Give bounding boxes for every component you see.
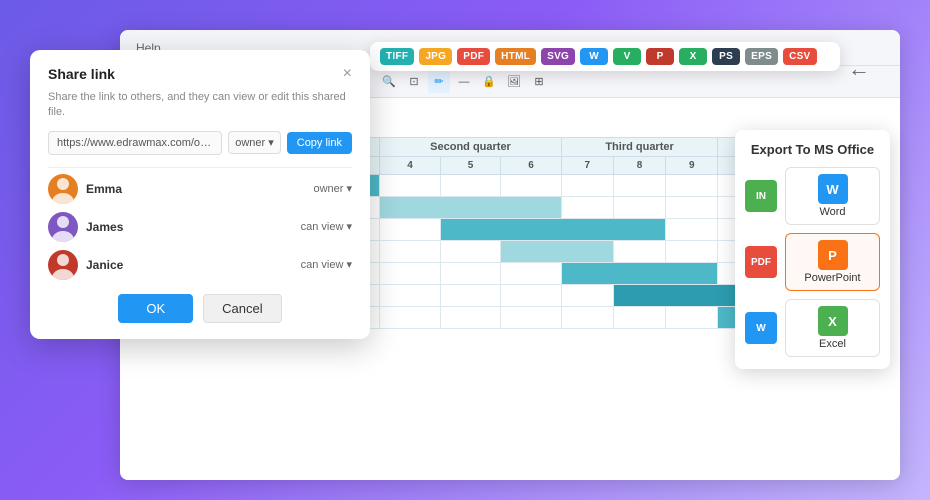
user-name-janice: Janice (86, 258, 293, 272)
cancel-button[interactable]: Cancel (203, 294, 281, 323)
avatar-james (48, 212, 78, 242)
export-excel-btn[interactable]: X Excel (785, 299, 880, 357)
export-small-w[interactable]: W (745, 312, 777, 344)
user-name-james: James (86, 220, 293, 234)
bar-cell (440, 219, 665, 241)
share-dialog: Share link × Share the link to others, a… (30, 50, 370, 339)
format-btn-tiff[interactable]: TIFF (380, 48, 414, 65)
minus-tool[interactable]: — (453, 71, 475, 93)
image-tool[interactable]: 🖼 (503, 71, 525, 93)
format-btn-visio[interactable]: V (613, 48, 641, 65)
format-btn-jpg[interactable]: JPG (419, 48, 452, 65)
bar-cell (561, 263, 718, 285)
format-btn-svg[interactable]: SVG (541, 48, 575, 65)
format-toolbar: TIFF JPG PDF HTML SVG W V P X PS EPS CSV (370, 42, 840, 71)
format-btn-excel[interactable]: X (679, 48, 707, 65)
close-icon[interactable]: × (343, 66, 352, 82)
user-row-james: James can view ▾ (48, 212, 352, 242)
avatar-emma (48, 174, 78, 204)
q2-header: Second quarter (380, 138, 561, 157)
ok-button[interactable]: OK (118, 294, 193, 323)
ppt-label: PowerPoint (804, 272, 860, 284)
export-ppt-btn[interactable]: P PowerPoint (785, 233, 880, 291)
bar-cell (501, 241, 614, 263)
ppt-icon: P (818, 240, 848, 270)
dialog-description: Share the link to others, and they can v… (48, 90, 352, 121)
user-role-james[interactable]: can view ▾ (301, 220, 352, 233)
role-select[interactable]: owner ▾ (228, 131, 281, 154)
link-row: https://www.edrawmax.com/online/fil owne… (48, 131, 352, 155)
word-label: Word (819, 206, 845, 218)
crop-icon[interactable]: ⊡ (403, 71, 425, 93)
export-small-in[interactable]: IN (745, 180, 777, 212)
q3-header: Third quarter (561, 138, 718, 157)
bar-cell (380, 197, 561, 219)
export-small-pdf[interactable]: PDF (745, 246, 777, 278)
arrow-icon: ← (848, 56, 870, 82)
link-input[interactable]: https://www.edrawmax.com/online/fil (48, 131, 222, 155)
user-role-janice[interactable]: can view ▾ (301, 258, 352, 271)
format-btn-ppt[interactable]: P (646, 48, 674, 65)
dialog-title: Share link (48, 66, 115, 82)
format-btn-eps[interactable]: EPS (745, 48, 778, 65)
export-panel: Export To MS Office IN W Word PDF P Powe… (735, 130, 890, 369)
word-icon: W (818, 174, 848, 204)
format-btn-ps[interactable]: PS (712, 48, 740, 65)
pen-tool[interactable]: ✏ (428, 71, 450, 93)
dialog-header: Share link × (48, 66, 352, 82)
format-btn-pdf[interactable]: PDF (457, 48, 490, 65)
excel-icon: X (818, 306, 848, 336)
grid-tool[interactable]: ⊞ (528, 71, 550, 93)
user-row-emma: Emma owner ▾ (48, 174, 352, 204)
avatar-janice (48, 250, 78, 280)
dialog-actions: OK Cancel (48, 294, 352, 323)
user-row-janice: Janice can view ▾ (48, 250, 352, 280)
export-panel-title: Export To MS Office (745, 142, 880, 157)
format-btn-csv[interactable]: CSV (783, 48, 816, 65)
format-btn-html[interactable]: HTML (495, 48, 536, 65)
user-name-emma: Emma (86, 182, 305, 196)
excel-label: Excel (819, 338, 846, 350)
export-word-btn[interactable]: W Word (785, 167, 880, 225)
lock-icon[interactable]: 🔒 (478, 71, 500, 93)
user-role-emma[interactable]: owner ▾ (313, 182, 352, 195)
format-btn-word[interactable]: W (580, 48, 608, 65)
zoom-in-icon[interactable]: 🔍 (378, 71, 400, 93)
copy-link-button[interactable]: Copy link (287, 132, 352, 154)
